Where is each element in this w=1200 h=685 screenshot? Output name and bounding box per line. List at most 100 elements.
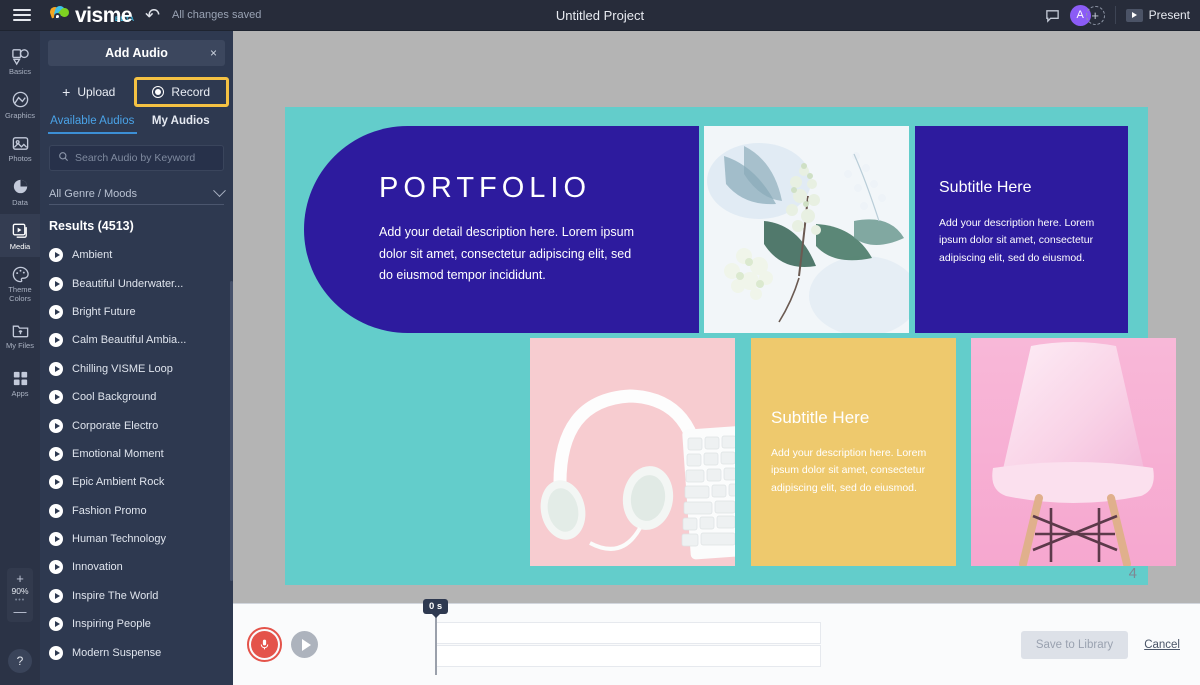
list-item[interactable]: Inspire The World [40,582,233,610]
play-icon[interactable] [49,248,63,262]
save-to-library-button[interactable]: Save to Library [1021,631,1128,659]
audio-title: Fashion Promo [72,505,147,517]
play-icon[interactable] [49,333,63,347]
zoom-control[interactable]: + 90% ••• — [7,568,33,622]
list-item[interactable]: Ambient [40,241,233,269]
play-icon[interactable] [49,419,63,433]
visme-editor: visme BETA ↶ All changes saved Untitled … [0,0,1200,685]
list-item[interactable]: Calm Beautiful Ambia... [40,326,233,354]
visme-logo[interactable]: visme BETA [50,5,135,26]
present-button[interactable]: Present [1126,8,1190,22]
list-item[interactable]: Modern Suspense [40,638,233,666]
list-item[interactable]: Corporate Electro [40,411,233,439]
brand-wordmark: visme [75,5,132,26]
audio-title: Cool Background [72,391,156,403]
list-item[interactable]: Inspiring People [40,610,233,638]
play-icon [1126,9,1143,22]
subtitle-block-center[interactable]: Subtitle Here Add your description here.… [751,338,956,566]
comment-icon[interactable] [1045,8,1060,23]
record-button[interactable] [247,627,282,662]
sidebar-item-theme-colors[interactable]: Theme Colors [0,257,40,309]
list-item[interactable]: Bright Future [40,298,233,326]
sidebar-item-my-files[interactable]: My Files [0,313,40,357]
hamburger-icon[interactable] [0,0,44,31]
record-controls [233,627,335,662]
play-icon[interactable] [49,560,63,574]
divider [1115,6,1116,24]
play-icon[interactable] [49,589,63,603]
play-icon[interactable] [49,475,63,489]
sidebar-item-label: Basics [9,68,31,77]
play-icon[interactable] [49,646,63,660]
sidebar-item-label: Data [12,199,28,208]
tab-my-audios-label: My Audios [152,115,210,127]
sidebar-item-label: Theme Colors [8,286,31,303]
play-icon[interactable] [49,532,63,546]
help-button[interactable]: ? [8,649,32,673]
slide-canvas[interactable]: PORTFOLIO Add your detail description he… [285,107,1148,585]
panel-header: Add Audio × [48,40,225,66]
genre-filter-select[interactable]: All Genre / Moods [49,183,224,205]
audio-title: Epic Ambient Rock [72,476,164,488]
search-input[interactable] [75,152,215,164]
play-icon[interactable] [49,390,63,404]
list-item[interactable]: Cool Background [40,383,233,411]
play-icon[interactable] [49,447,63,461]
sidebar-item-label: Photos [8,155,31,164]
audio-title: Modern Suspense [72,647,161,659]
sidebar-item-basics[interactable]: Basics [0,39,40,83]
floral-watercolor-photo[interactable] [704,126,909,333]
audio-tabs: Available Audios My Audios [40,115,233,134]
playhead[interactable] [435,615,437,675]
audio-timeline[interactable]: 0 s [335,615,1011,675]
play-icon[interactable] [49,277,63,291]
audio-title: Bright Future [72,306,136,318]
audio-title: Ambient [72,249,112,261]
sidebar-item-label: Media [10,243,30,252]
list-item[interactable]: Emotional Moment [40,440,233,468]
headphones-keyboard-photo[interactable] [530,338,735,566]
sidebar-item-label: Apps [11,390,28,399]
portfolio-body: Add your detail description here. Lorem … [379,222,644,288]
basics-icon [10,46,30,66]
tab-available-audios[interactable]: Available Audios [48,115,137,134]
play-icon[interactable] [49,305,63,319]
subtitle-block-right[interactable]: Subtitle Here Add your description here.… [915,126,1128,333]
add-user-icon[interactable]: + [1086,6,1105,25]
close-icon[interactable]: × [210,46,217,60]
timeline-track[interactable] [435,645,821,667]
sidebar-item-apps[interactable]: Apps [0,361,40,405]
list-item[interactable]: Innovation [40,553,233,581]
zoom-in-button[interactable]: + [16,573,24,584]
list-item[interactable]: Human Technology [40,525,233,553]
play-icon[interactable] [49,504,63,518]
play-icon[interactable] [49,362,63,376]
list-item[interactable]: Chilling VISME Loop [40,355,233,383]
list-item[interactable]: Fashion Promo [40,497,233,525]
pink-chair-photo[interactable] [971,338,1176,566]
sidebar-item-data[interactable]: Data [0,170,40,214]
canvas-area[interactable]: PORTFOLIO Add your detail description he… [233,31,1200,603]
audio-title: Human Technology [72,533,166,545]
list-item[interactable]: Beautiful Underwater... [40,269,233,297]
sidebar-item-media[interactable]: Media [0,214,40,258]
record-mode-button[interactable]: Record [134,77,230,107]
tab-my-audios[interactable]: My Audios [137,115,226,134]
zoom-out-button[interactable]: — [14,606,27,617]
timeline-track[interactable] [435,622,821,644]
list-item[interactable]: Epic Ambient Rock [40,468,233,496]
portfolio-block[interactable]: PORTFOLIO Add your detail description he… [304,126,699,333]
sidebar-item-graphics[interactable]: Graphics [0,83,40,127]
save-status-text: All changes saved [172,9,261,21]
upload-mode-button[interactable]: + Upload [44,77,134,107]
play-icon[interactable] [49,617,63,631]
audio-title: Corporate Electro [72,420,158,432]
undo-arrow-icon[interactable]: ↶ [145,5,160,26]
my-files-icon [10,320,30,340]
cancel-button[interactable]: Cancel [1144,639,1180,651]
slide-number: 4 [1129,565,1137,582]
sidebar-item-photos[interactable]: Photos [0,126,40,170]
audio-title: Emotional Moment [72,448,164,460]
play-button[interactable] [291,631,318,658]
search-box[interactable] [49,145,224,171]
